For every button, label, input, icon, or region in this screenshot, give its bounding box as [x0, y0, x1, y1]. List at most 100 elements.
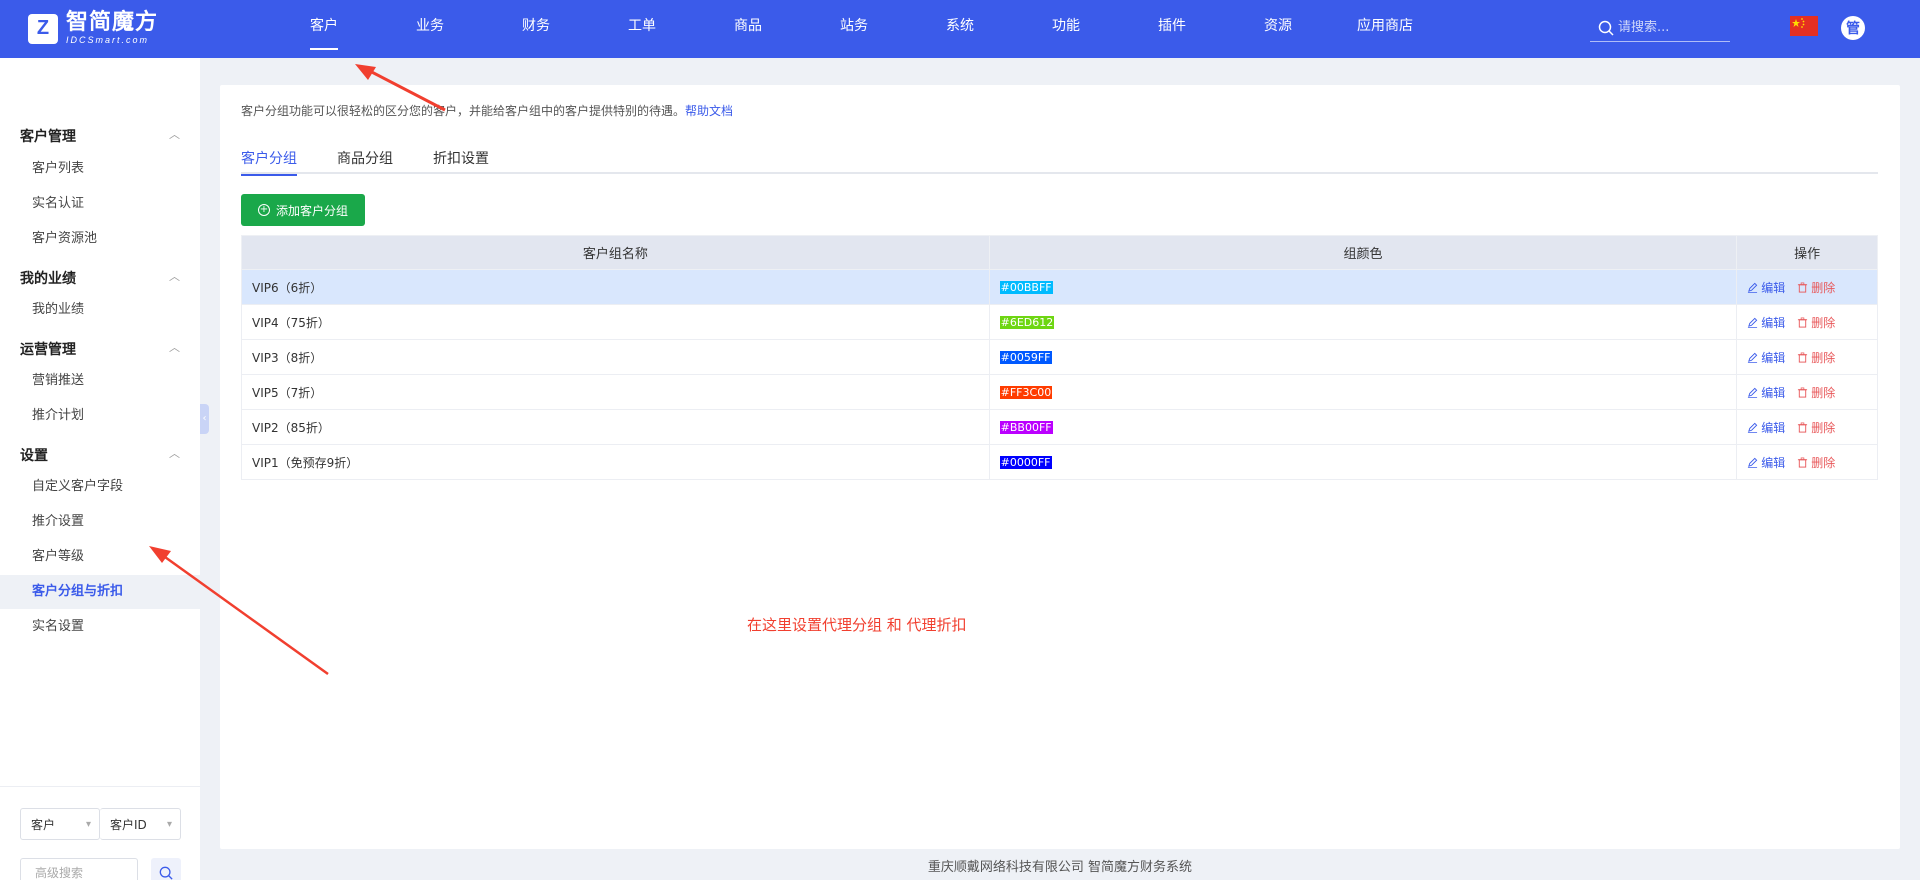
color-swatch: #FF3C00: [999, 386, 1053, 399]
delete-label: 删除: [1811, 350, 1836, 365]
nav-item-6[interactable]: 系统: [936, 0, 984, 58]
edit-icon: [1748, 352, 1758, 363]
delete-button[interactable]: 删除: [1797, 279, 1835, 296]
group-color-cell: #6ED612: [988, 304, 1738, 340]
sidebar-group-title-1[interactable]: 我的业绩 ︿: [20, 268, 180, 288]
sidebar-item-2-0[interactable]: 营销推送: [0, 364, 200, 398]
tab-bar: 客户分组 商品分组 折扣设置: [241, 148, 1878, 176]
filter-type-select[interactable]: 客户 ▾: [20, 808, 100, 840]
sidebar-item-3-0[interactable]: 自定义客户字段: [0, 470, 200, 504]
sidebar-group-title-3[interactable]: 设置 ︿: [20, 445, 180, 465]
edit-label: 编辑: [1761, 350, 1786, 365]
table-row: VIP2（85折） #BB00FF 编辑 删除: [241, 409, 1878, 445]
sidebar-group-label: 运营管理: [20, 342, 76, 358]
nav-item-10[interactable]: 应用商店: [1347, 0, 1423, 58]
group-name-cell: VIP6（6折）: [241, 269, 990, 305]
actions-cell: 编辑 删除: [1736, 269, 1878, 305]
edit-button[interactable]: 编辑: [1747, 454, 1785, 471]
filter-type-value: 客户: [31, 817, 56, 832]
sidebar-item-0-1[interactable]: 实名认证: [0, 187, 200, 221]
trash-icon: [1798, 387, 1808, 398]
global-search[interactable]: [1590, 14, 1730, 42]
nav-item-2[interactable]: 财务: [512, 0, 560, 58]
edit-button[interactable]: 编辑: [1747, 314, 1785, 331]
edit-button[interactable]: 编辑: [1747, 279, 1785, 296]
customer-group-table: 客户组名称 组颜色 操作 VIP6（6折） #00BBFF 编辑 删除 VIP4（75折…: [241, 235, 1878, 480]
sidebar-item-0-0[interactable]: 客户列表: [0, 152, 200, 186]
filter-field-value: 客户ID: [110, 817, 147, 832]
page-footer: 重庆顺戴网络科技有限公司 智简魔方财务系统: [927, 860, 1193, 875]
page-description: 客户分组功能可以很轻松的区分您的客户，并能给客户组中的客户提供特别的待遇。帮助文…: [241, 102, 733, 119]
trash-icon: [1798, 457, 1808, 468]
edit-icon: [1748, 282, 1758, 293]
sidebar-item-3-2[interactable]: 客户等级: [0, 540, 200, 574]
actions-cell: 编辑 删除: [1736, 304, 1878, 340]
edit-label: 编辑: [1761, 420, 1786, 435]
sidebar-group-title-0[interactable]: 客户管理 ︿: [20, 126, 180, 146]
nav-item-7[interactable]: 功能: [1042, 0, 1090, 58]
sidebar-item-2-1[interactable]: 推介计划: [0, 399, 200, 433]
edit-icon: [1748, 457, 1758, 468]
tab-1[interactable]: 商品分组: [337, 148, 393, 174]
edit-button[interactable]: 编辑: [1747, 384, 1785, 401]
actions-cell: 编辑 删除: [1736, 374, 1878, 410]
color-swatch: #6ED612: [999, 316, 1055, 329]
nav-item-9[interactable]: 资源: [1254, 0, 1302, 58]
sidebar-item-3-1[interactable]: 推介设置: [0, 505, 200, 539]
sidebar-item-0-2[interactable]: 客户资源池: [0, 222, 200, 256]
edit-button[interactable]: 编辑: [1747, 419, 1785, 436]
group-name-cell: VIP3（8折）: [241, 339, 990, 375]
sidebar-group-title-2[interactable]: 运营管理 ︿: [20, 339, 180, 359]
delete-label: 删除: [1811, 455, 1836, 470]
delete-button[interactable]: 删除: [1797, 454, 1835, 471]
sidebar-item-1-0[interactable]: 我的业绩: [0, 293, 200, 327]
edit-label: 编辑: [1761, 455, 1786, 470]
sidebar: 客户 ▾ 客户ID ▾ 高级搜索 客户管理 ︿ 客户列表 实名认证 客户资源池 我的业绩 ︿…: [0, 58, 200, 880]
delete-button[interactable]: 删除: [1797, 314, 1835, 331]
annotation-text: 在这里设置代理分组 和 代理折扣: [747, 616, 967, 634]
delete-label: 删除: [1811, 315, 1836, 330]
table-row: VIP4（75折） #6ED612 编辑 删除: [241, 304, 1878, 340]
nav-item-5[interactable]: 站务: [830, 0, 878, 58]
table-row: VIP6（6折） #00BBFF 编辑 删除: [241, 269, 1878, 305]
search-input[interactable]: [1618, 20, 1728, 35]
search-icon: [159, 866, 173, 880]
sidebar-item-3-4[interactable]: 实名设置: [0, 610, 200, 644]
china-flag-icon[interactable]: [1790, 16, 1818, 36]
actions-cell: 编辑 删除: [1736, 444, 1878, 480]
advanced-search-input[interactable]: 高级搜索: [20, 858, 138, 880]
sidebar-item-3-3[interactable]: 客户分组与折扣: [0, 575, 200, 609]
nav-item-4[interactable]: 商品: [724, 0, 772, 58]
group-color-cell: #0059FF: [988, 339, 1738, 375]
logo[interactable]: Z 智简魔方 IDCSmart.com: [28, 12, 158, 45]
nav-item-1[interactable]: 业务: [406, 0, 454, 58]
add-customer-group-button[interactable]: + 添加客户分组: [241, 194, 365, 226]
delete-button[interactable]: 删除: [1797, 384, 1835, 401]
delete-button[interactable]: 删除: [1797, 419, 1835, 436]
chevron-up-icon: ︿: [169, 341, 180, 354]
actions-cell: 编辑 删除: [1736, 339, 1878, 375]
advanced-search-button[interactable]: [151, 858, 181, 880]
sidebar-group-label: 我的业绩: [20, 271, 76, 287]
sidebar-group-label: 设置: [20, 448, 48, 464]
tab-0[interactable]: 客户分组: [241, 148, 297, 176]
trash-icon: [1798, 352, 1808, 363]
column-header-color: 组颜色: [988, 235, 1738, 270]
edit-label: 编辑: [1761, 280, 1786, 295]
user-avatar-icon[interactable]: 管: [1841, 16, 1865, 40]
sidebar-collapse-handle[interactable]: ‹: [200, 404, 209, 434]
top-navbar: Z 智简魔方 IDCSmart.com 客户 业务 财务 工单 商品 站务 系统 功能 插件 资源…: [0, 0, 1920, 58]
delete-button[interactable]: 删除: [1797, 349, 1835, 366]
search-icon: [1598, 20, 1614, 36]
nav-item-3[interactable]: 工单: [618, 0, 666, 58]
tab-2[interactable]: 折扣设置: [433, 148, 489, 174]
nav-item-8[interactable]: 插件: [1148, 0, 1196, 58]
edit-button[interactable]: 编辑: [1747, 349, 1785, 366]
color-swatch: #0059FF: [999, 351, 1052, 364]
edit-icon: [1748, 317, 1758, 328]
filter-field-select[interactable]: 客户ID ▾: [100, 808, 181, 840]
nav-item-0[interactable]: 客户: [300, 0, 348, 58]
chevron-down-icon: ▾: [85, 818, 91, 830]
help-doc-link[interactable]: 帮助文档: [685, 104, 733, 118]
delete-label: 删除: [1811, 420, 1836, 435]
